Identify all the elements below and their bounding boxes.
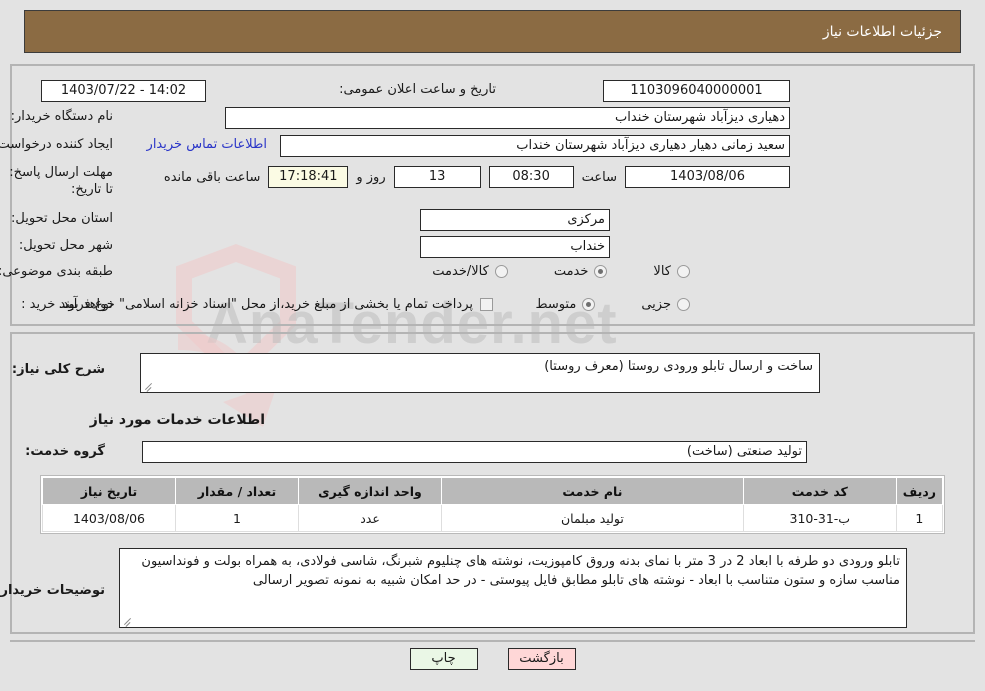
city-label-wrap: شهر محل تحویل: — [19, 238, 113, 253]
footer-divider — [10, 640, 975, 642]
cell-unit: عدد — [298, 504, 442, 532]
col-service-name: نام خدمت — [441, 477, 744, 505]
col-row-no: ردیف — [895, 477, 944, 505]
countdown-label: ساعت باقی مانده — [163, 169, 261, 185]
deadline-date-field[interactable]: 1403/08/06 — [625, 166, 790, 188]
services-table-wrap: ردیف کد خدمت نام خدمت واحد اندازه گیری ت… — [40, 475, 945, 534]
province-field-wrap: مرکزی — [420, 209, 610, 231]
public-announce-field[interactable]: 14:02 - 1403/07/22 — [41, 80, 206, 102]
purchase-process-options: جزیی متوسط — [535, 297, 690, 312]
process-option-jozii[interactable]: جزیی — [641, 297, 690, 312]
treasury-checkbox-wrap[interactable]: پرداخت تمام یا بخشی از مبلغ خرید،از محل … — [58, 297, 493, 312]
public-announce-label: تاریخ و ساعت اعلان عمومی: — [339, 82, 496, 97]
buyer-notes-textarea[interactable]: تابلو ورودی دو طرفه با ابعاد 2 در 3 متر … — [119, 548, 907, 628]
treasury-checkbox-label: پرداخت تمام یا بخشی از مبلغ خرید،از محل … — [58, 297, 473, 312]
services-table: ردیف کد خدمت نام خدمت واحد اندازه گیری ت… — [42, 477, 944, 532]
radio-kala-icon[interactable] — [677, 265, 690, 278]
process-option-motavaset-label: متوسط — [535, 297, 577, 312]
deadline-label: مهلت ارسال پاسخ: تا تاریخ: — [9, 165, 113, 197]
classification-label: طبقه بندی موضوعی: — [0, 264, 113, 279]
requester-field-wrap: سعید زمانی دهیار دهیاری دیزآباد شهرستان … — [280, 135, 790, 157]
print-button[interactable]: چاپ — [409, 648, 478, 670]
service-group-label: گروه خدمت: — [25, 444, 105, 459]
cell-service-name: تولید مبلمان — [441, 504, 744, 532]
general-desc-textarea[interactable]: ساخت و ارسال تابلو ورودی روستا (معرف روس… — [140, 353, 820, 393]
buyer-notes-label-wrap: توضیحات خریدار: — [0, 583, 105, 598]
buyer-org-field-wrap: دهیاری دیزآباد شهرستان خنداب — [225, 107, 790, 129]
cell-row-no: 1 — [895, 504, 944, 532]
classification-option-kala-khedmat[interactable]: کالا/خدمت — [432, 264, 508, 279]
deadline-fields-wrap: 1403/08/06 ساعت 08:30 13 روز و 17:18:41 … — [164, 166, 790, 188]
deadline-time-field[interactable]: 08:30 — [488, 166, 574, 188]
services-heading: اطلاعات خدمات مورد نیاز — [89, 412, 265, 428]
footer-buttons: بازگشت چاپ — [0, 648, 985, 670]
buyer-contact-link[interactable]: اطلاعات تماس خریدار — [147, 137, 267, 152]
service-group-field[interactable]: تولید صنعتی (ساخت) — [142, 441, 807, 463]
classification-options: کالا خدمت کالا/خدمت — [432, 264, 690, 279]
classification-option-khedmat[interactable]: خدمت — [554, 264, 608, 279]
public-announce-field-wrap: 14:02 - 1403/07/22 — [41, 80, 206, 102]
col-unit: واحد اندازه گیری — [298, 477, 442, 505]
resize-grip-icon[interactable] — [144, 380, 154, 390]
general-desc-label-wrap: شرح کلی نیاز: — [12, 362, 105, 377]
services-heading-wrap: اطلاعات خدمات مورد نیاز — [90, 412, 265, 428]
city-field-wrap: خنداب — [420, 236, 610, 258]
back-button[interactable]: بازگشت — [507, 648, 576, 670]
classification-option-khedmat-label: خدمت — [553, 264, 589, 279]
countdown-field: 17:18:41 — [268, 166, 349, 188]
top-info-panel — [10, 64, 975, 326]
service-group-field-wrap: تولید صنعتی (ساخت) — [142, 441, 807, 463]
requester-field[interactable]: سعید زمانی دهیار دهیاری دیزآباد شهرستان … — [280, 135, 790, 157]
buyer-org-field[interactable]: دهیاری دیزآباد شهرستان خنداب — [225, 107, 790, 129]
process-option-motavaset[interactable]: متوسط — [535, 297, 596, 312]
radio-jozii-icon[interactable] — [677, 298, 690, 311]
deadline-label-wrap: مهلت ارسال پاسخ: تا تاریخ: — [8, 164, 113, 198]
need-number-field-wrap: 1103096040000001 — [603, 80, 790, 102]
cell-quantity: 1 — [175, 504, 299, 532]
buyer-org-label: نام دستگاه خریدار: — [10, 109, 113, 124]
page-title: جزئیات اطلاعات نیاز — [822, 23, 942, 40]
general-desc-value: ساخت و ارسال تابلو ورودی روستا (معرف روس… — [544, 359, 813, 374]
delivery-city-field[interactable]: خنداب — [420, 236, 610, 258]
remaining-days-field: 13 — [393, 166, 481, 188]
delivery-city-label: شهر محل تحویل: — [18, 238, 113, 253]
radio-khedmat-icon[interactable] — [594, 265, 608, 278]
requester-label: ایجاد کننده درخواست: — [0, 137, 113, 152]
cell-service-code: ب-31-310 — [742, 504, 897, 532]
classification-label-wrap: طبقه بندی موضوعی: — [0, 264, 113, 279]
requester-label-wrap: ایجاد کننده درخواست: — [0, 137, 113, 152]
treasury-checkbox-icon[interactable] — [480, 298, 493, 311]
public-announce-label-wrap: تاریخ و ساعت اعلان عمومی: — [339, 82, 496, 97]
col-service-code: کد خدمت — [742, 477, 897, 505]
col-quantity: تعداد / مقدار — [175, 477, 299, 505]
classification-option-kala[interactable]: کالا — [653, 264, 690, 279]
remaining-days-label: روز و — [356, 169, 386, 185]
delivery-province-label: استان محل تحویل: — [11, 211, 113, 226]
radio-kala-khedmat-icon[interactable] — [494, 265, 508, 278]
process-option-jozii-label: جزیی — [641, 297, 671, 312]
province-label-wrap: استان محل تحویل: — [11, 211, 113, 226]
delivery-province-field[interactable]: مرکزی — [420, 209, 610, 231]
buyer-org-label-wrap: نام دستگاه خریدار: — [11, 109, 113, 124]
classification-option-kala-khedmat-label: کالا/خدمت — [432, 264, 489, 279]
service-group-label-wrap: گروه خدمت: — [25, 444, 105, 459]
radio-motavaset-icon[interactable] — [582, 298, 596, 311]
table-row[interactable]: 1 ب-31-310 تولید مبلمان عدد 1 1403/08/06 — [42, 504, 944, 532]
page-root: AnaTender.net جزئیات اطلاعات نیاز شماره … — [0, 0, 985, 691]
table-header-row: ردیف کد خدمت نام خدمت واحد اندازه گیری ت… — [42, 477, 944, 505]
buyer-notes-value: تابلو ورودی دو طرفه با ابعاد 2 در 3 متر … — [141, 554, 900, 588]
contact-link-wrap: اطلاعات تماس خریدار — [147, 137, 267, 152]
classification-option-kala-label: کالا — [653, 264, 671, 279]
need-number-field[interactable]: 1103096040000001 — [603, 80, 790, 102]
deadline-time-label: ساعت — [581, 169, 617, 185]
cell-need-date: 1403/08/06 — [42, 504, 176, 532]
general-desc-label: شرح کلی نیاز: — [11, 362, 105, 377]
col-need-date: تاریخ نیاز — [42, 477, 176, 505]
buyer-notes-label: توضیحات خریدار: — [0, 583, 105, 598]
page-header: جزئیات اطلاعات نیاز — [24, 10, 961, 53]
buyer-notes-resize-grip-icon[interactable] — [123, 615, 133, 625]
